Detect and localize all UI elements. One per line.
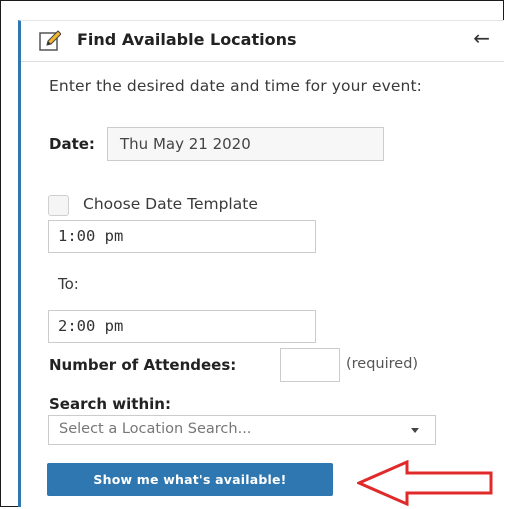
search-within-label: Search within: [49, 395, 171, 413]
end-time-field[interactable]: 2:00 pm [48, 310, 316, 343]
attendees-input[interactable] [280, 348, 340, 382]
panel-title: Find Available Locations [77, 30, 297, 49]
location-search-select-value: Select a Location Search... [59, 421, 252, 437]
location-search-select[interactable]: Select a Location Search... [48, 415, 436, 445]
find-locations-panel: Find Available Locations ← Enter the des… [18, 20, 504, 507]
date-template-label[interactable]: Choose Date Template [83, 195, 258, 213]
attendees-label: Number of Attendees: [49, 356, 237, 374]
show-available-button[interactable]: Show me what's available! [47, 463, 333, 496]
back-arrow-icon[interactable]: ← [473, 26, 490, 50]
date-field[interactable]: Thu May 21 2020 [107, 127, 384, 161]
to-label: To: [58, 275, 79, 293]
instructions-text: Enter the desired date and time for your… [49, 77, 422, 95]
edit-pencil-icon [39, 30, 61, 51]
panel-header: Find Available Locations ← [21, 21, 504, 62]
chevron-down-icon [411, 428, 419, 433]
start-time-field[interactable]: 1:00 pm [48, 220, 316, 253]
date-template-checkbox[interactable] [48, 195, 69, 216]
red-arrow-annotation-icon [357, 460, 493, 506]
date-label: Date: [49, 135, 95, 153]
required-hint: (required) [346, 356, 419, 372]
